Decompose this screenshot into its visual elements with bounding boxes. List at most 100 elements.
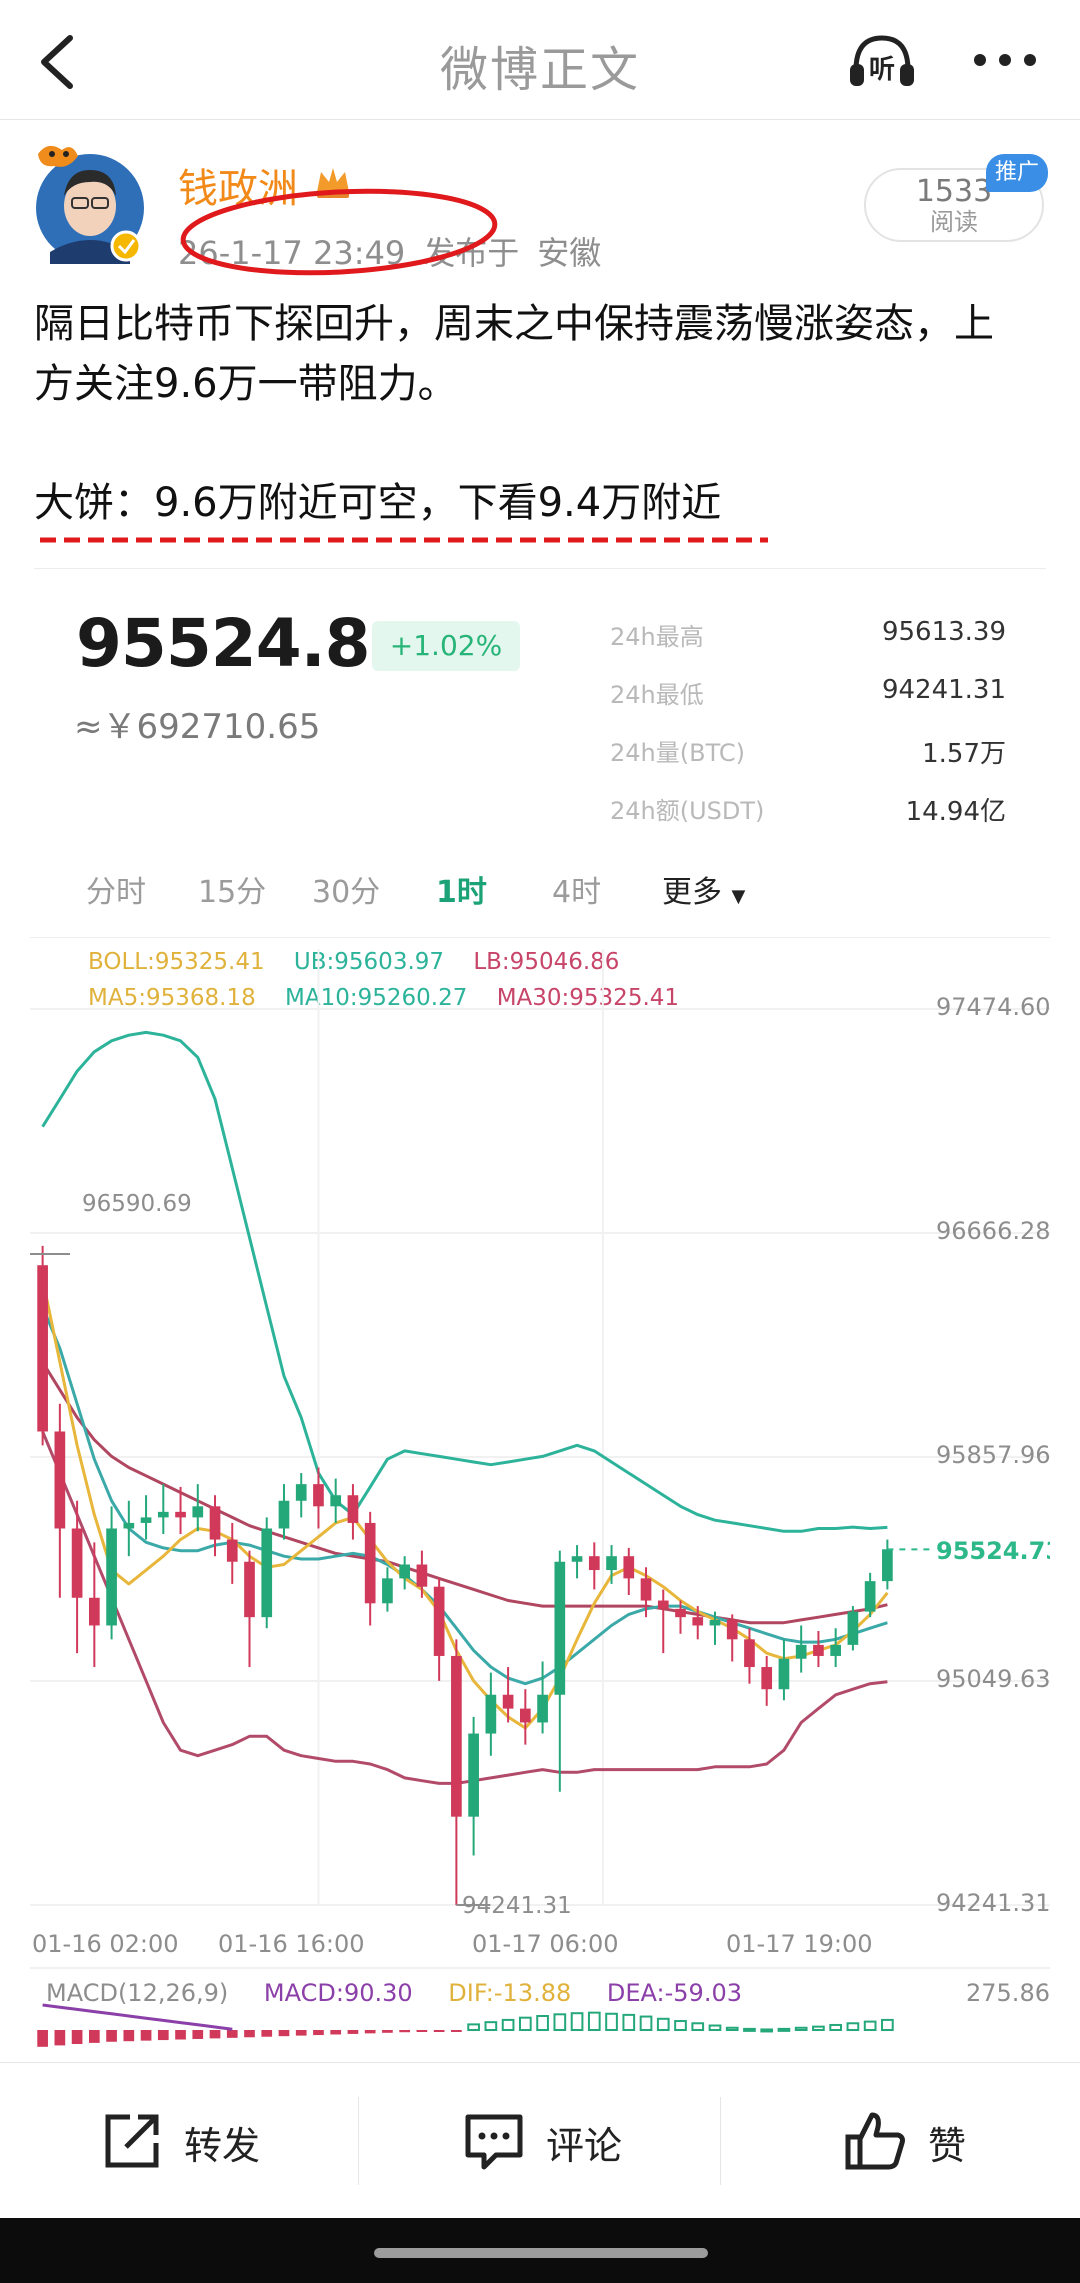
candle-body — [399, 1564, 411, 1579]
action-separator — [720, 2097, 721, 2185]
macd-bar — [313, 2030, 324, 2036]
macd-bar — [846, 2022, 860, 2032]
candle-body — [244, 1561, 255, 1618]
y-tick-label: 94241.31 — [936, 1889, 1050, 1917]
repost-button[interactable]: 转发 — [100, 2109, 300, 2173]
macd-params: MACD(12,26,9) — [46, 1979, 229, 2007]
page-title: 微博正文 — [439, 42, 640, 98]
macd-bar — [760, 2028, 774, 2033]
candle-body — [313, 1484, 324, 1507]
y-tick-label: 95049.63 — [936, 1665, 1050, 1693]
ma10-line — [41, 1306, 888, 1686]
candle-body — [502, 1694, 514, 1709]
candle-body — [209, 1506, 221, 1540]
macd-bar — [605, 2012, 618, 2032]
macd-bar — [71, 2030, 83, 2044]
divider — [34, 568, 1046, 569]
candle-body — [347, 1495, 359, 1523]
macd-bar — [364, 2030, 376, 2034]
macd-bar — [743, 2027, 756, 2032]
candle-body — [261, 1528, 273, 1618]
post-text: 隔日比特币下探回升，周末之中保持震荡慢涨姿态，上 方关注9.6万一带阻力。 — [34, 294, 1054, 414]
candle-body — [778, 1658, 790, 1690]
candle-body — [175, 1511, 186, 1518]
macd-value: MACD:90.30 — [263, 1979, 413, 2007]
post-callout: 大饼：9.6万附近可空，下看9.4万附近 — [34, 480, 722, 526]
y-tick-label: 97474.60 — [936, 993, 1050, 1021]
macd-bar — [106, 2030, 117, 2042]
high-marker-label: 96590.69 — [82, 1191, 192, 1217]
macd-bar — [467, 2023, 480, 2032]
read-label: 阅读 — [930, 208, 978, 236]
candle-body — [813, 1644, 824, 1656]
thumbs-up-icon — [845, 2112, 905, 2170]
candle-body — [192, 1506, 204, 1518]
comment-button[interactable]: 评论 — [462, 2109, 662, 2173]
candle-body — [675, 1608, 686, 1618]
macd-bar — [347, 2030, 359, 2034]
macd-bar — [209, 2030, 221, 2039]
macd-bar — [656, 2017, 670, 2032]
last-price-tag: 95524.73 — [936, 1537, 1050, 1565]
embedded-chart-image[interactable]: 95524.8 +1.02% ≈￥692710.65 24h最高 95613.3… — [30, 575, 1050, 2055]
macd-bar — [192, 2030, 204, 2039]
candle-body — [382, 1578, 393, 1604]
home-indicator[interactable] — [374, 2248, 708, 2258]
candle-body — [726, 1619, 738, 1640]
listen-headphones-icon[interactable]: 听 — [846, 30, 918, 90]
candle-body — [123, 1522, 135, 1529]
more-dots-icon[interactable] — [972, 46, 1038, 74]
candle-body — [744, 1639, 755, 1668]
y-tick-label: 95857.96 — [936, 1441, 1050, 1469]
macd-bar — [226, 2030, 238, 2038]
candle-body — [468, 1733, 479, 1817]
red-dashed-underline — [40, 537, 768, 543]
macd-bar — [570, 2012, 584, 2031]
repost-label: 转发 — [184, 2124, 261, 2168]
like-button[interactable]: 赞 — [844, 2109, 1004, 2173]
candle-body — [295, 1484, 307, 1501]
macd-bar — [518, 2016, 532, 2032]
candle-body — [554, 1561, 566, 1695]
comment-icon — [465, 2114, 523, 2170]
post-location: 安徽 — [537, 234, 602, 272]
macd-bar — [794, 2026, 808, 2032]
post-text-line: 隔日比特币下探回升，周末之中保持震荡慢涨姿态，上 — [34, 301, 994, 347]
candle-body — [623, 1556, 635, 1579]
candle-body — [330, 1495, 342, 1507]
macd-bar — [622, 2013, 636, 2032]
macd-axis-label: 275.86 — [966, 1979, 1050, 2007]
x-tick-label: 01-16 16:00 — [218, 1930, 365, 1958]
candle-body — [847, 1611, 859, 1645]
candle-body — [433, 1586, 445, 1656]
repost-icon — [105, 2114, 159, 2168]
macd-bar — [140, 2030, 152, 2041]
x-tick-label: 01-17 06:00 — [472, 1930, 619, 1958]
macd-bar — [708, 2024, 722, 2032]
macd-bar — [691, 2022, 705, 2032]
boll-lower-line — [41, 1430, 888, 1785]
dif-value: DIF:-13.88 — [448, 1979, 572, 2007]
candle-body — [140, 1517, 152, 1523]
candle-body — [519, 1708, 531, 1723]
dea-value: DEA:-59.03 — [606, 1979, 742, 2007]
macd-bar — [157, 2030, 169, 2041]
macd-bar — [399, 2030, 411, 2033]
macd-bar — [244, 2030, 255, 2038]
macd-bar — [553, 2013, 567, 2031]
listen-label: 听 — [869, 55, 895, 85]
macd-bar — [812, 2025, 825, 2032]
promo-badge: 推广 — [986, 154, 1048, 192]
macd-bar — [175, 2030, 186, 2040]
candle-body — [795, 1644, 807, 1659]
candle-body — [588, 1556, 600, 1571]
macd-bar — [433, 2030, 445, 2032]
macd-bar — [278, 2030, 290, 2037]
macd-bar — [451, 2030, 462, 2032]
macd-bar — [484, 2021, 498, 2032]
macd-bar — [863, 2020, 877, 2031]
macd-bar — [587, 2011, 601, 2032]
candlestick-chart — [30, 949, 1050, 2047]
author-avatar[interactable] — [28, 140, 146, 264]
macd-bar — [54, 2030, 66, 2046]
